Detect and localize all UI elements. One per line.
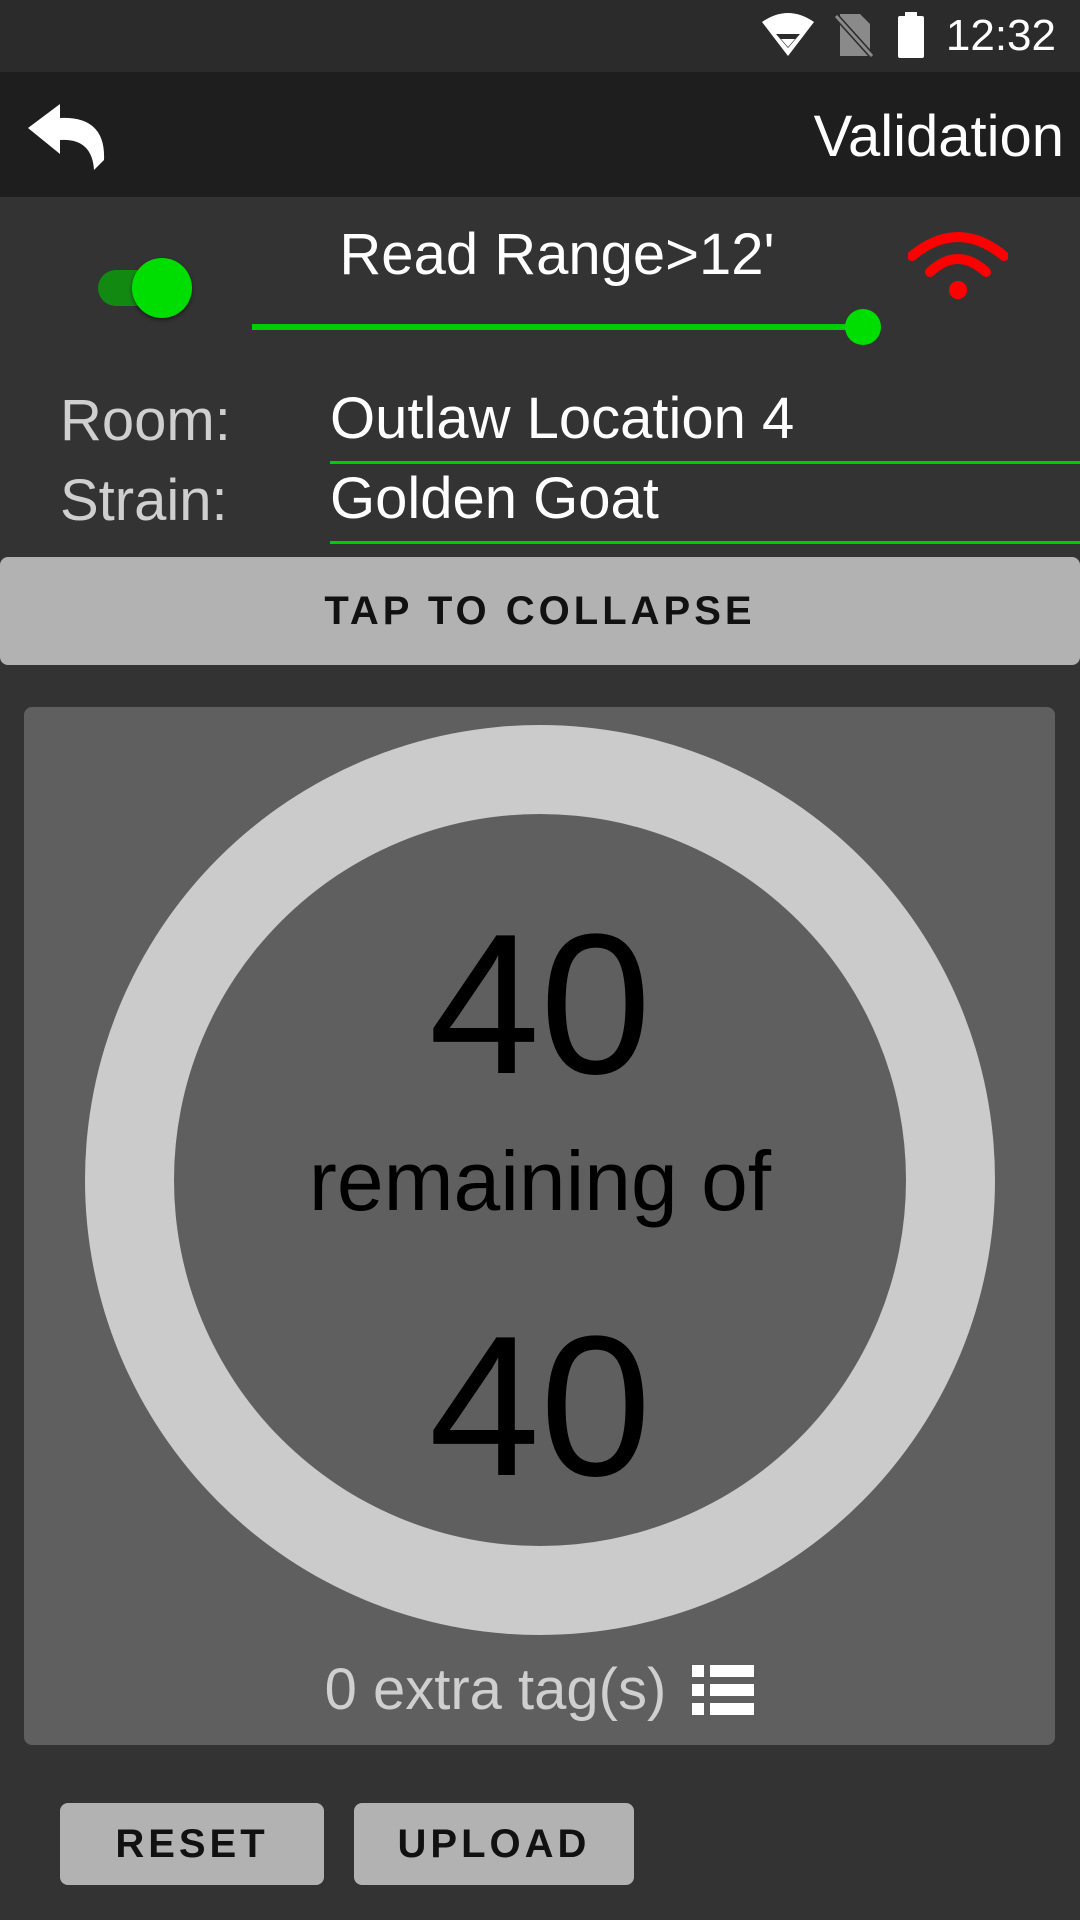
slider-knob[interactable] (845, 309, 881, 345)
strain-label: Strain: (60, 468, 228, 533)
total-count: 40 (428, 1295, 652, 1518)
strain-field[interactable]: Golden Goat (330, 462, 1080, 544)
slider-rail (252, 324, 862, 330)
extra-tags-label: 0 extra tag(s) (324, 1657, 667, 1722)
battery-icon (898, 12, 924, 58)
reader-toggle[interactable] (96, 256, 196, 320)
room-field[interactable]: Outlaw Location 4 (330, 382, 1080, 464)
remaining-of-label: remaining of (308, 1134, 772, 1228)
room-label: Room: (60, 388, 231, 453)
clock: 12:32 (945, 11, 1056, 60)
wifi-signal-icon (908, 232, 1008, 299)
progress-ring: 40 remaining of 40 (85, 725, 995, 1635)
status-bar: 12:32 (0, 0, 1080, 72)
progress-ring-center: 40 remaining of 40 (174, 814, 906, 1546)
remaining-count: 40 (428, 893, 652, 1116)
extra-tags[interactable]: 0 extra tag(s) (24, 1652, 1055, 1728)
reset-button[interactable]: RESET (60, 1803, 324, 1885)
list-icon[interactable] (692, 1664, 755, 1715)
app-bar: Validation (0, 72, 1080, 197)
toggle-thumb (132, 258, 192, 318)
no-sim-icon (834, 13, 874, 58)
read-range-label: Read Range>12' (339, 222, 775, 287)
back-arrow-icon[interactable] (22, 102, 112, 172)
tap-to-collapse-button[interactable]: TAP TO COLLAPSE (0, 557, 1080, 665)
progress-card: 40 remaining of 40 0 extra tag(s) (24, 707, 1055, 1745)
read-range-slider[interactable] (252, 308, 892, 348)
wifi-icon (762, 13, 814, 56)
page-title: Validation (813, 104, 1064, 169)
upload-button[interactable]: UPLOAD (354, 1803, 634, 1885)
